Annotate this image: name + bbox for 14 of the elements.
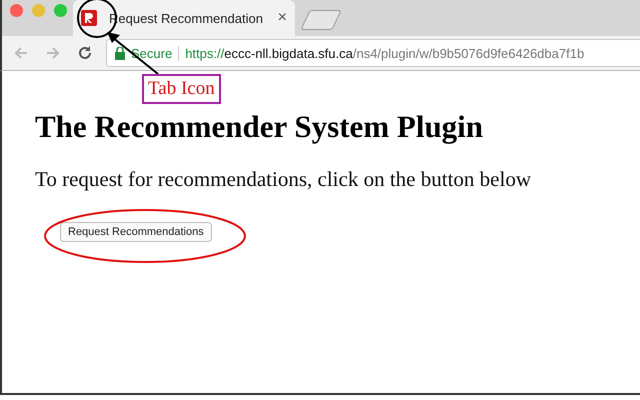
- annotation-label: Tab Icon: [142, 74, 221, 104]
- close-window-button[interactable]: [10, 4, 23, 17]
- url-text: https://eccc-nll.bigdata.sfu.ca/ns4/plugin/w/b9b5076d9fe6426dba7f1b: [185, 46, 584, 60]
- address-field[interactable]: Secure https://eccc-nll.bigdata.sfu.ca/ns4/plugin/w/b9b5076d9fe6426dba7f1b: [106, 39, 640, 67]
- minimize-window-button[interactable]: [32, 4, 45, 17]
- request-recommendations-button[interactable]: Request Recommendations: [60, 222, 212, 242]
- instruction-text: To request for recommendations, click on the button below: [35, 167, 532, 192]
- page-heading: The Recommender System Plugin: [35, 109, 484, 145]
- reload-icon[interactable]: [76, 44, 94, 62]
- lock-icon: [115, 46, 125, 60]
- zoom-window-button[interactable]: [54, 4, 67, 17]
- letter-r-icon: [81, 10, 97, 26]
- secure-label: Secure: [131, 46, 180, 60]
- tab-close-button[interactable]: ×: [278, 9, 287, 27]
